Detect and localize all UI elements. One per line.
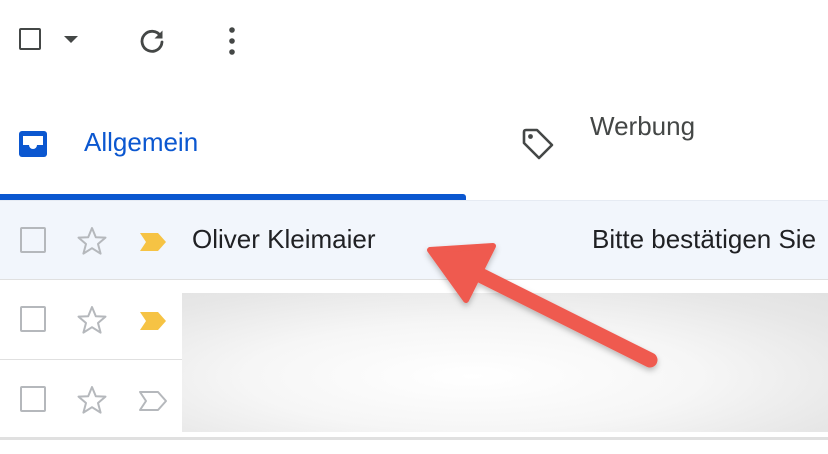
more-vert-icon[interactable]	[226, 26, 238, 56]
tab-werbung[interactable]: Werbung	[590, 111, 695, 141]
star-icon[interactable]	[76, 385, 108, 415]
inbox-icon[interactable]	[18, 130, 48, 158]
row-checkbox[interactable]	[20, 306, 46, 332]
select-all-checkbox[interactable]	[19, 28, 41, 50]
tag-icon[interactable]	[520, 126, 556, 162]
divider	[0, 437, 828, 439]
redacted-content-blur	[182, 293, 828, 432]
important-marker-icon[interactable]	[138, 231, 168, 253]
star-icon[interactable]	[76, 226, 108, 256]
row-checkbox[interactable]	[20, 227, 46, 253]
tab-allgemein[interactable]: Allgemein	[84, 127, 198, 157]
row-checkbox[interactable]	[20, 386, 46, 412]
select-dropdown-caret-icon[interactable]	[64, 36, 78, 43]
not-important-marker-icon[interactable]	[138, 390, 168, 412]
star-icon[interactable]	[76, 305, 108, 335]
email-subject: Bitte bestätigen Sie	[592, 224, 817, 254]
refresh-icon[interactable]	[138, 27, 166, 55]
important-marker-icon[interactable]	[138, 310, 168, 332]
sender-name: Oliver Kleimaier	[192, 224, 376, 254]
